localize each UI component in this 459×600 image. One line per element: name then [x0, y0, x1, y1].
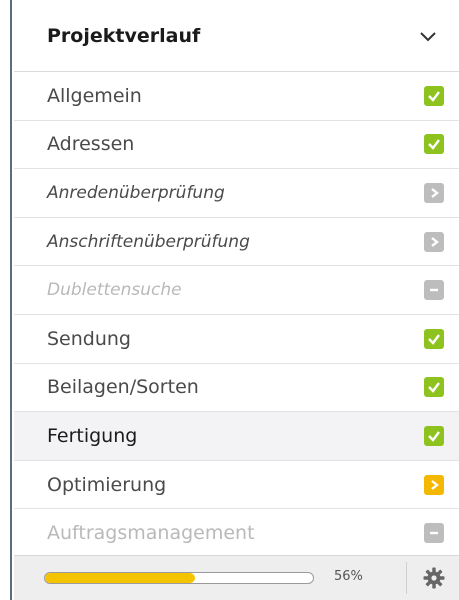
- step-label: Allgemein: [47, 84, 142, 107]
- step-label: Dublettensuche: [47, 280, 182, 301]
- project-progress-panel: Projektverlauf Allgemein Adressen Anrede…: [14, 0, 459, 600]
- step-allgemein[interactable]: Allgemein: [14, 72, 459, 121]
- step-optimierung[interactable]: Optimierung: [14, 461, 459, 510]
- progress-bar: [44, 572, 314, 584]
- step-label: Auftragsmanagement: [47, 522, 255, 545]
- check-icon: [424, 425, 444, 446]
- chevron-right-icon: [424, 474, 444, 495]
- step-label: Fertigung: [47, 424, 138, 447]
- step-label: Optimierung: [47, 473, 167, 496]
- chevron-down-icon[interactable]: [419, 27, 437, 45]
- step-auftragsmanagement: Auftragsmanagement: [14, 509, 459, 558]
- check-icon: [424, 134, 444, 155]
- check-icon: [424, 328, 444, 349]
- step-label: Sendung: [47, 327, 131, 350]
- gear-icon[interactable]: [422, 566, 446, 590]
- step-label: Anredenüberprüfung: [47, 182, 225, 203]
- step-dublettensuche: Dublettensuche: [14, 266, 459, 315]
- check-icon: [424, 377, 444, 398]
- chevron-right-icon: [424, 182, 444, 203]
- step-label: Adressen: [47, 133, 135, 156]
- step-adressen[interactable]: Adressen: [14, 121, 459, 170]
- panel-title: Projektverlauf: [47, 24, 201, 47]
- progress-percent: 56%: [334, 569, 363, 584]
- step-label: Beilagen/Sorten: [47, 376, 199, 399]
- step-anschriftenueberpruefung[interactable]: Anschriftenüberprüfung: [14, 218, 459, 267]
- panel-header[interactable]: Projektverlauf: [14, 0, 459, 72]
- check-icon: [424, 85, 444, 106]
- left-edge-bar: [0, 0, 12, 600]
- step-fertigung[interactable]: Fertigung: [14, 412, 459, 461]
- minus-icon: [424, 523, 444, 544]
- step-label: Anschriftenüberprüfung: [47, 231, 250, 252]
- step-beilagen-sorten[interactable]: Beilagen/Sorten: [14, 364, 459, 413]
- step-anredenueberpruefung[interactable]: Anredenüberprüfung: [14, 169, 459, 218]
- step-sendung[interactable]: Sendung: [14, 315, 459, 364]
- minus-icon: [424, 280, 444, 301]
- progress-fill: [45, 573, 196, 583]
- panel-footer: 56%: [14, 555, 459, 600]
- footer-divider: [406, 562, 407, 594]
- chevron-right-icon: [424, 231, 444, 252]
